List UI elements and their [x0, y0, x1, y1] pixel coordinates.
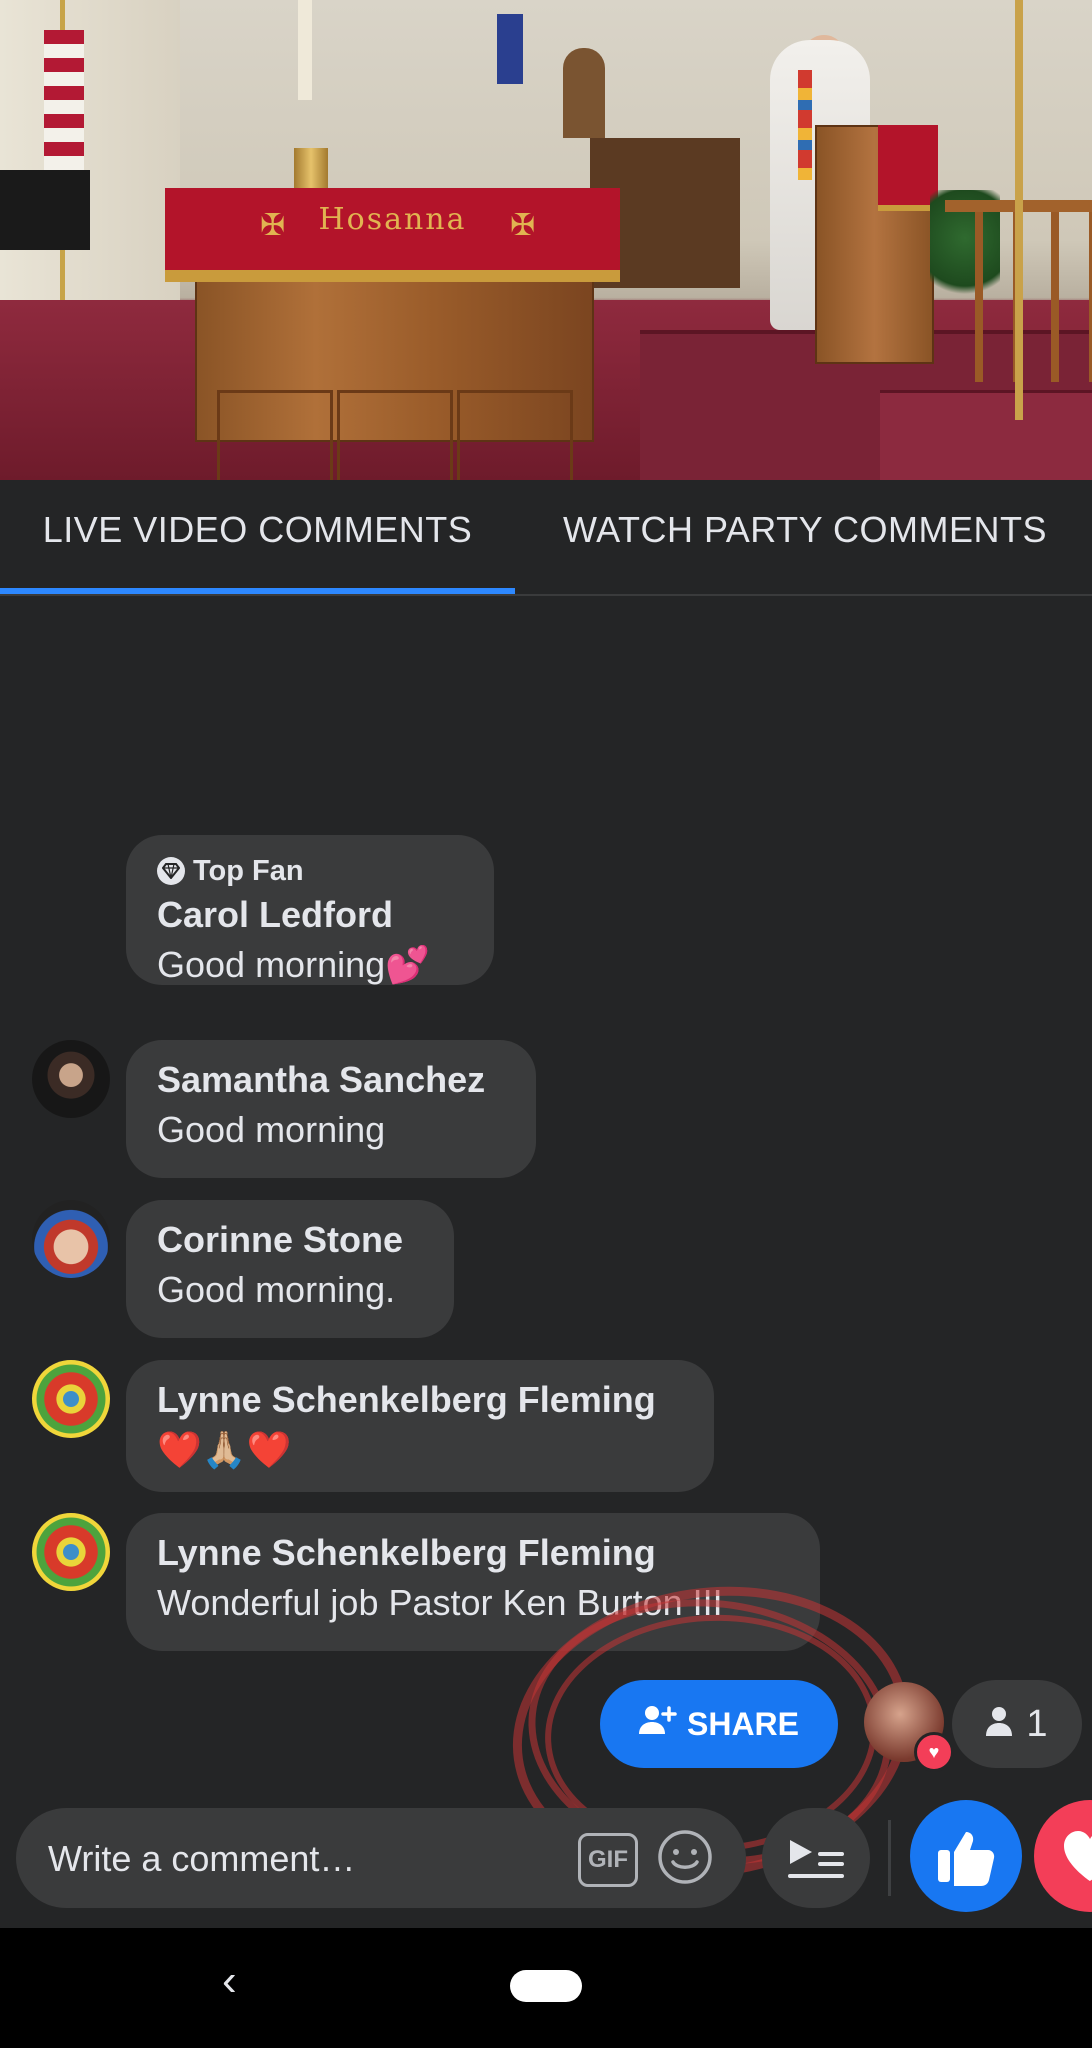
avatar[interactable] — [32, 1200, 110, 1278]
commenter-name[interactable]: Lynne Schenkelberg Fleming — [157, 1529, 790, 1577]
diamond-icon — [157, 857, 185, 885]
comment-text: ❤️🙏🏼❤️ — [157, 1429, 292, 1470]
emoji-icon[interactable] — [656, 1828, 714, 1886]
comment-bubble[interactable]: Corinne Stone Good morning. — [126, 1200, 454, 1338]
back-icon[interactable]: ‹ — [222, 1956, 237, 2006]
love-icon[interactable] — [1034, 1800, 1092, 1912]
home-icon[interactable] — [510, 1970, 582, 2002]
comment-input[interactable] — [46, 1808, 550, 1910]
video-stole — [798, 70, 812, 180]
comment-tabs: LIVE VIDEO COMMENTS WATCH PARTY COMMENTS — [0, 480, 1092, 596]
comment-bubble[interactable]: Top Fan Carol Ledford Good morning💕 — [126, 835, 494, 985]
commenter-name[interactable]: Lynne Schenkelberg Fleming — [157, 1376, 684, 1424]
gif-icon[interactable]: GIF — [578, 1833, 638, 1887]
top-fan-badge: Top Fan — [157, 851, 464, 891]
video-altar-body — [195, 278, 594, 480]
badge-label: Top Fan — [193, 855, 304, 887]
heart-icon: ♥ — [914, 1732, 954, 1772]
commenter-name[interactable]: Corinne Stone — [157, 1216, 424, 1264]
video-pulpit-cloth — [878, 125, 938, 211]
comment-bubble[interactable]: Samantha Sanchez Good morning — [126, 1040, 536, 1178]
video-us-flag — [44, 30, 84, 170]
video-altar: ✠ Hosanna ✠ — [165, 148, 620, 480]
system-navigation-bar: ‹ — [0, 1928, 1092, 2048]
comment-composer: GIF — [16, 1808, 746, 1910]
share-label: SHARE — [686, 1705, 799, 1742]
action-divider — [888, 1820, 891, 1896]
share-button[interactable]: SHARE — [600, 1680, 838, 1768]
comment-text: Good morning💕 — [157, 944, 430, 985]
avatar[interactable] — [32, 1360, 110, 1438]
active-tab-indicator — [0, 588, 515, 594]
tab-watch-party-comments[interactable]: WATCH PARTY COMMENTS — [535, 480, 1075, 594]
video-wall — [0, 0, 180, 300]
video-altar-cloth: ✠ Hosanna ✠ — [165, 188, 620, 282]
playlist-icon[interactable] — [762, 1808, 870, 1908]
viewer-count-value: 1 — [1026, 1702, 1048, 1745]
video-cross-ornament: ✠ — [510, 209, 536, 242]
avatar[interactable] — [32, 1513, 110, 1591]
live-video-player[interactable]: ✠ Hosanna ✠ — [0, 0, 1092, 480]
video-hymn-board — [563, 48, 605, 138]
comment-text: Good morning — [157, 1109, 386, 1150]
avatar[interactable] — [32, 1040, 110, 1118]
add-person-icon — [638, 1704, 677, 1744]
video-staff — [1015, 0, 1023, 420]
like-icon[interactable] — [910, 1800, 1022, 1912]
video-altar-text: Hosanna — [318, 202, 467, 237]
commenter-name[interactable]: Samantha Sanchez — [157, 1056, 506, 1104]
video-piano — [0, 170, 90, 250]
tab-live-video-comments[interactable]: LIVE VIDEO COMMENTS — [0, 480, 515, 594]
comment-text: Good morning. — [157, 1269, 396, 1310]
video-christian-flag — [497, 14, 523, 84]
video-chancel-step-lower — [880, 390, 1092, 480]
video-processional-pole — [298, 0, 312, 100]
viewer-count-button[interactable]: 1 — [952, 1680, 1082, 1768]
video-candle-base — [294, 148, 328, 188]
comment-bubble[interactable]: Lynne Schenkelberg Fleming ❤️🙏🏼❤️ — [126, 1360, 714, 1492]
commenter-name[interactable]: Carol Ledford — [157, 891, 464, 939]
person-icon — [986, 1703, 1013, 1746]
